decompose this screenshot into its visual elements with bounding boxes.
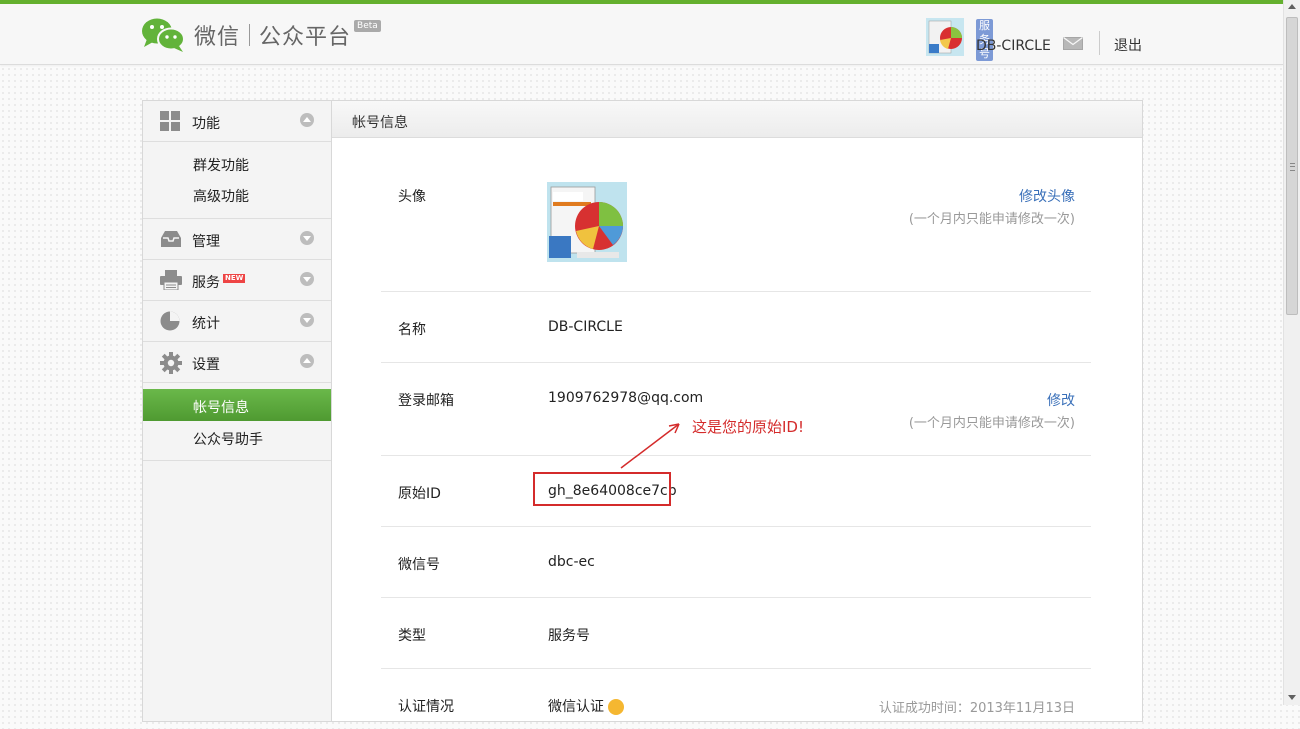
sidebar-item-label: 帐号信息 — [193, 400, 249, 416]
sidebar-section-service[interactable]: 服务 NEW — [143, 260, 331, 301]
wechat-id-value: dbc-ec — [548, 554, 595, 570]
row-email: 登录邮箱 1909762978@qq.com 修改 (一个月内只能申请修改一次) — [381, 363, 1091, 456]
inbox-icon — [160, 229, 181, 249]
account-name: DB-CIRCLE — [976, 38, 1051, 54]
new-badge: NEW — [223, 274, 246, 283]
verification-time: 认证成功时间：2013年11月13日 — [878, 701, 1075, 716]
header-divider — [1099, 31, 1100, 55]
row-label: 头像 — [398, 189, 426, 205]
sidebar-section-settings[interactable]: 设置 — [143, 342, 331, 383]
verified-badge-icon — [608, 699, 624, 715]
highlight-box — [533, 472, 671, 506]
email-change-note: (一个月内只能申请修改一次) — [908, 416, 1075, 431]
verification-value: 微信认证 — [548, 696, 624, 716]
sidebar-item-assistant[interactable]: 公众号助手 — [193, 429, 263, 449]
service-label: 服务 — [192, 275, 220, 291]
row-label: 名称 — [398, 322, 426, 338]
annotation-arrow-icon — [620, 423, 680, 469]
account-name-value: DB-CIRCLE — [548, 319, 623, 335]
change-avatar-link[interactable]: 修改头像 — [1019, 186, 1075, 206]
row-label: 微信号 — [398, 557, 440, 573]
row-label: 登录邮箱 — [398, 393, 454, 409]
sidebar-section-label: 服务 NEW — [192, 272, 246, 292]
sidebar-item-mass-send[interactable]: 群发功能 — [193, 155, 249, 175]
mail-icon[interactable] — [1063, 36, 1083, 50]
brand-name: 微信 — [194, 25, 241, 50]
row-type: 类型 服务号 — [381, 598, 1091, 669]
profile-avatar-image — [547, 182, 627, 262]
row-label: 原始ID — [398, 486, 441, 502]
brand-divider — [249, 24, 251, 46]
page-scrollbar[interactable] — [1283, 0, 1300, 705]
grid-icon — [160, 111, 180, 131]
gear-icon — [160, 352, 182, 374]
scroll-down-arrow-icon[interactable] — [1288, 695, 1296, 700]
collapse-up-icon[interactable] — [300, 113, 314, 127]
sidebar-item-advanced[interactable]: 高级功能 — [193, 186, 249, 206]
top-header: 微信 公众平台 Beta 服务号 DB-CIRCLE 退出 — [0, 4, 1283, 65]
collapse-up-icon[interactable] — [300, 354, 314, 368]
email-value: 1909762978@qq.com — [548, 390, 704, 406]
scroll-up-arrow-icon[interactable] — [1288, 4, 1296, 9]
account-avatar[interactable] — [926, 18, 964, 56]
sidebar: 功能 群发功能 高级功能 管理 服务 NEW 统计 设置 帐号信息 公众号助手 — [143, 101, 332, 721]
change-email-link[interactable]: 修改 — [1047, 390, 1075, 410]
platform-name: 公众平台 — [259, 25, 352, 50]
original-id-annotation: 这是您的原始ID! — [692, 418, 804, 436]
row-name: 名称 DB-CIRCLE — [381, 292, 1091, 363]
row-label: 类型 — [398, 628, 426, 644]
sidebar-divider — [143, 460, 331, 461]
pie-chart-icon — [160, 311, 180, 331]
main-title-bar: 帐号信息 — [332, 101, 1142, 138]
wechat-logo[interactable]: 微信 公众平台 Beta — [140, 16, 381, 54]
row-verification: 认证情况 微信认证 认证成功时间：2013年11月13日 — [381, 669, 1091, 729]
expand-down-icon[interactable] — [300, 272, 314, 286]
logout-link[interactable]: 退出 — [1114, 35, 1142, 55]
account-type-value: 服务号 — [548, 628, 590, 644]
verification-text: 微信认证 — [548, 699, 604, 715]
sidebar-section-label: 统计 — [192, 316, 220, 332]
sidebar-section-statistics[interactable]: 统计 — [143, 301, 331, 342]
sidebar-section-label: 管理 — [192, 234, 220, 250]
avatar-change-note: (一个月内只能申请修改一次) — [908, 212, 1075, 227]
expand-down-icon[interactable] — [300, 231, 314, 245]
sidebar-section-label: 设置 — [192, 357, 220, 373]
sidebar-section-manage[interactable]: 管理 — [143, 219, 331, 260]
scroll-grip-icon — [1290, 163, 1295, 171]
row-avatar: 头像 修改头像 (一个月内只能申请修改一次) — [381, 138, 1091, 292]
wechat-bubbles-icon — [140, 16, 188, 54]
row-wechat-id: 微信号 dbc-ec — [381, 527, 1091, 598]
sidebar-item-account-info[interactable]: 帐号信息 — [143, 389, 331, 421]
row-original-id: 原始ID gh_8e64008ce7cb 这是您的原始ID! — [381, 418, 1091, 527]
row-label: 认证情况 — [398, 699, 454, 715]
beta-badge: Beta — [354, 20, 381, 32]
scroll-thumb[interactable] — [1286, 17, 1298, 315]
main-content: 帐号信息 头像 修改头像 (一个月内只能申请修改一次) 名称 DB-CIRCLE… — [332, 101, 1142, 721]
expand-down-icon[interactable] — [300, 313, 314, 327]
sidebar-section-function[interactable]: 功能 — [143, 101, 331, 142]
content-panel: 功能 群发功能 高级功能 管理 服务 NEW 统计 设置 帐号信息 公众号助手 … — [142, 100, 1143, 722]
sidebar-section-label: 功能 — [192, 116, 220, 132]
page-title: 帐号信息 — [352, 115, 408, 131]
printer-icon — [160, 270, 182, 291]
